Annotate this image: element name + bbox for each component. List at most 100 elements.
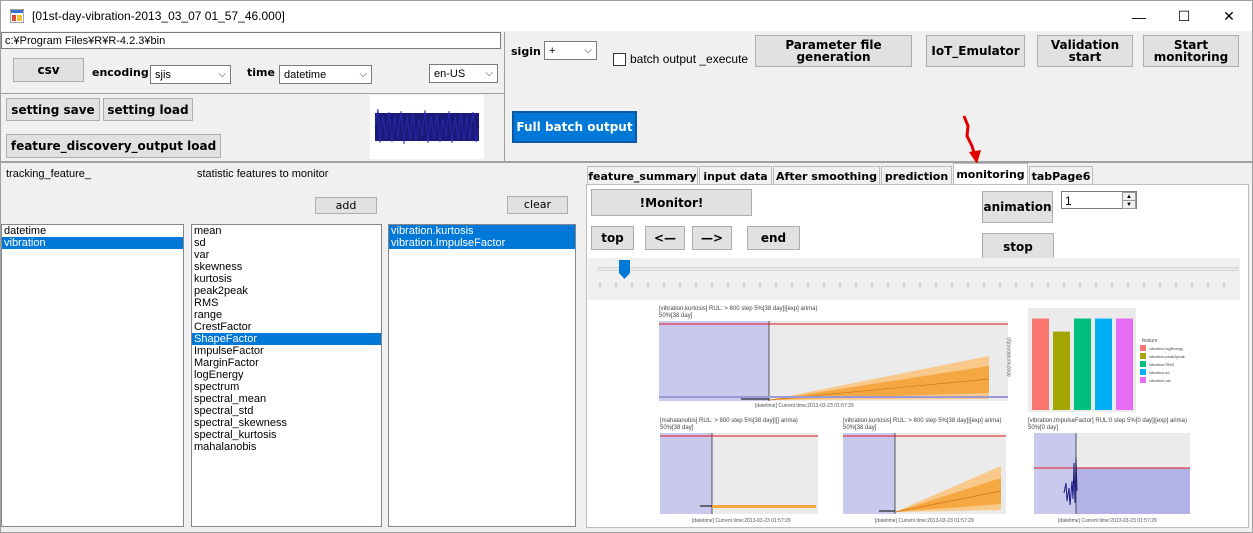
chevron-down-icon: ⌵ <box>485 68 493 79</box>
r-path-field[interactable]: c:¥Program Files¥R¥R-4.2.3¥bin <box>1 32 501 49</box>
legend-entry: vibration.sd <box>1140 368 1236 376</box>
add-button[interactable]: add <box>315 197 377 214</box>
list-item[interactable]: vibration.kurtosis <box>389 225 575 237</box>
bar <box>1032 318 1049 410</box>
legend-label: vibration.peak2peak <box>1149 353 1185 359</box>
list-item[interactable]: spectrum <box>192 381 381 393</box>
setting-save-button[interactable]: setting save <box>6 98 100 121</box>
tab-prediction[interactable]: prediction <box>881 166 952 185</box>
list-item[interactable]: spectral_mean <box>192 393 381 405</box>
legend-swatch <box>1140 377 1146 383</box>
chevron-down-icon: ⌵ <box>359 69 367 80</box>
tab-monitoring[interactable]: monitoring <box>953 163 1028 185</box>
red-arrow-annotation <box>962 115 981 164</box>
plot-bottom-3-canvas <box>1034 433 1190 514</box>
sigin-select[interactable]: + ⌵ <box>544 41 597 60</box>
legend-entry: vibration.RMS <box>1140 360 1236 368</box>
tab-input-data[interactable]: input data <box>699 166 772 185</box>
plot-subtitle: 50%[0 day] <box>1028 425 1059 431</box>
chevron-down-icon: ⌵ <box>218 69 226 80</box>
bar-chart-canvas <box>1028 308 1136 412</box>
clear-button[interactable]: clear <box>507 196 568 214</box>
window-title: [01st-day-vibration-2013_03_07 01_57_46.… <box>32 9 285 23</box>
statistic-features-list[interactable]: mean sd var skewness kurtosis peak2peak RMS ran… <box>191 224 382 527</box>
plot-title: [vibration.kurtosis] RUL: > 800 step 5%[… <box>843 418 1002 424</box>
bar-ylabel: abs(monotonicity) <box>1006 337 1013 377</box>
list-item[interactable]: spectral_kurtosis <box>192 429 381 441</box>
list-item[interactable]: datetime <box>2 225 183 237</box>
batch-output-label: batch output _execute <box>630 52 749 66</box>
list-item[interactable]: MarginFactor <box>192 357 381 369</box>
end-button[interactable]: end <box>747 226 800 250</box>
list-item[interactable]: range <box>192 309 381 321</box>
encoding-select[interactable]: sjis ⌵ <box>150 65 231 84</box>
locale-select[interactable]: en-US ⌵ <box>429 64 498 83</box>
batch-output-checkbox[interactable] <box>613 53 626 66</box>
monitor-button[interactable]: !Monitor! <box>591 189 752 216</box>
timeline-slider[interactable] <box>598 267 1238 271</box>
spinner-down-icon[interactable]: ▼ <box>1122 200 1136 209</box>
top-button[interactable]: top <box>591 226 634 250</box>
next-button[interactable]: —> <box>692 226 732 250</box>
minimize-icon[interactable]: — <box>1116 2 1162 31</box>
parameter-file-button[interactable]: Parameter file generation <box>755 35 912 67</box>
legend-entry: vibration.peak2peak <box>1140 352 1236 360</box>
list-item[interactable]: skewness <box>192 261 381 273</box>
plot-title: [vibration.kurtosis] RUL: > 800 step 5%[… <box>659 306 818 312</box>
time-select[interactable]: datetime ⌵ <box>279 65 372 84</box>
full-batch-output-button[interactable]: Full batch output <box>512 111 637 143</box>
legend-label: vibration.var <box>1149 377 1171 383</box>
validation-start-button[interactable]: Validation start <box>1037 35 1133 67</box>
slider-thumb[interactable] <box>619 260 631 279</box>
setting-load-button[interactable]: setting load <box>103 98 193 121</box>
slider-thumb-icon <box>619 260 631 279</box>
close-icon[interactable]: ✕ <box>1206 2 1252 31</box>
list-item[interactable]: var <box>192 249 381 261</box>
list-item[interactable]: CrestFactor <box>192 321 381 333</box>
bar <box>1053 331 1070 410</box>
legend-label: vibration.RMS <box>1149 361 1175 367</box>
list-item[interactable]: sd <box>192 237 381 249</box>
animation-button[interactable]: animation <box>982 191 1053 223</box>
legend-swatch <box>1140 361 1146 367</box>
list-item[interactable]: kurtosis <box>192 273 381 285</box>
time-value: datetime <box>284 69 327 81</box>
list-item[interactable]: vibration.ImpulseFactor <box>389 237 575 249</box>
list-item[interactable]: RMS <box>192 297 381 309</box>
plot-bottom-1-canvas <box>660 433 818 514</box>
list-item[interactable]: logEnergy <box>192 369 381 381</box>
tracking-feature-list[interactable]: datetime vibration <box>1 224 184 527</box>
tab-feature-summary[interactable]: feature_summary <box>587 166 698 185</box>
list-item[interactable]: vibration <box>2 237 183 249</box>
plot-subtitle: 50%[38 day] <box>659 313 693 319</box>
list-item[interactable]: spectral_skewness <box>192 417 381 429</box>
start-monitoring-button[interactable]: Start monitoring <box>1143 35 1239 67</box>
time-label: time <box>247 66 275 79</box>
plot-xlabel: [datetime] Current time:2013-03-23 01:57… <box>1058 518 1157 524</box>
feature-discovery-load-button[interactable]: feature_discovery_output load <box>6 134 221 158</box>
encoding-value: sjis <box>155 69 171 81</box>
list-item[interactable]: ShapeFactor <box>192 333 381 345</box>
maximize-icon[interactable]: ☐ <box>1161 2 1207 31</box>
sigin-value: + <box>549 45 556 57</box>
list-item[interactable]: peak2peak <box>192 285 381 297</box>
plot-bottom-1: [mahalanobis] RUL: > 800 step 5%[38 day]… <box>652 414 822 526</box>
prev-button[interactable]: <— <box>645 226 685 250</box>
list-item[interactable]: mahalanobis <box>192 441 381 453</box>
list-item[interactable]: spectral_std <box>192 405 381 417</box>
monitored-features-list[interactable]: vibration.kurtosis vibration.ImpulseFacto… <box>388 224 576 527</box>
plot-bar-monotonicity: abs(monotonicity) feature vibration.logE… <box>1006 304 1240 412</box>
tab-page6[interactable]: tabPage6 <box>1029 166 1093 185</box>
tracking-feature-label: tracking_feature_ <box>6 168 91 180</box>
stop-button[interactable]: stop <box>982 233 1054 260</box>
plot-xlabel: [datetime] Current time:2013-03-23 01:57… <box>692 518 791 524</box>
plot-bottom-3: [vibration.ImpulseFactor] RUL:0 step 5%[… <box>1022 414 1190 526</box>
list-item[interactable]: mean <box>192 225 381 237</box>
csv-button[interactable]: csv <box>13 58 84 82</box>
statistic-features-label: statistic features to monitor <box>197 168 329 180</box>
horizontal-divider-top <box>1 93 504 94</box>
list-item[interactable]: ImpulseFactor <box>192 345 381 357</box>
iot-emulator-button[interactable]: IoT_Emulator <box>926 35 1025 67</box>
plot-bottom-2-canvas <box>843 433 1006 514</box>
tab-after-smoothing[interactable]: After smoothing <box>773 166 880 185</box>
